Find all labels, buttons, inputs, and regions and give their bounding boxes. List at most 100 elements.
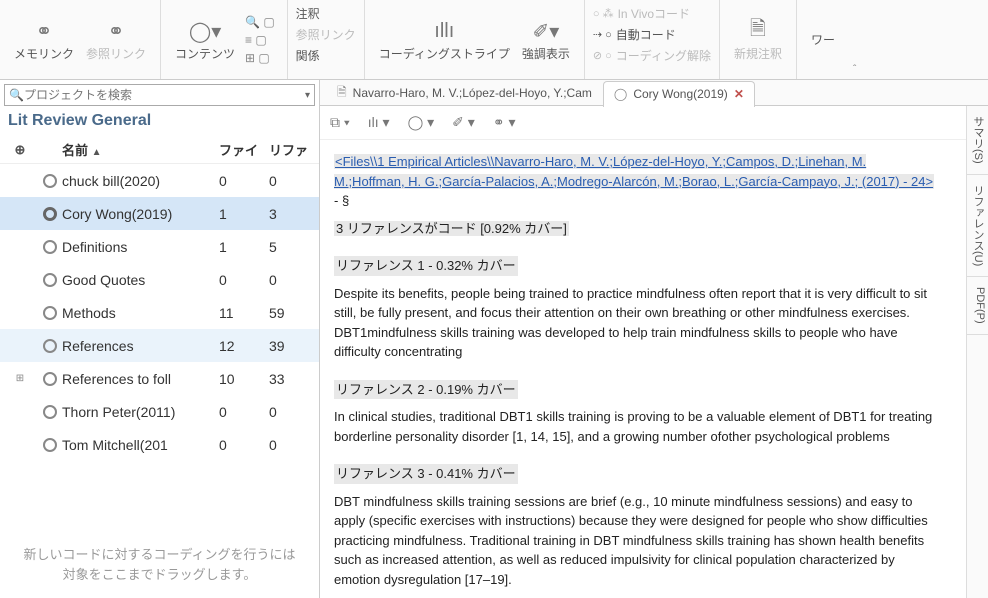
col-name[interactable]: 名前 ▲ [60,140,219,159]
ribbon-group-new: 🗎 新規注釈 [720,0,797,79]
ref2-body: In clinical studies, traditional DBT1 sk… [334,407,940,446]
tb-bars[interactable]: ılı ▾ [368,114,390,131]
ribbon-group-contents: ◯▾ コンテンツ 🔍 ▢ ≡ ▢ ⊞ ▢ [161,0,288,79]
expand-column[interactable]: ⊕ [0,142,40,158]
row-file: 0 [219,173,269,189]
zoom-in[interactable]: 🔍 ▢ [245,15,275,29]
memo-link-button[interactable]: ⚭ メモリンク [8,13,80,66]
row-name: Methods [60,305,219,321]
ribbon: ⚭ メモリンク ⚭ 参照リンク ◯▾ コンテンツ 🔍 ▢ ≡ ▢ ⊞ ▢ 注釈 … [0,0,988,80]
coverage-summary: 3 リファレンスがコード [0.92% カバー] [334,221,569,236]
contents-label: コンテンツ [175,45,235,62]
row-ref: 5 [269,239,319,255]
zoom-controls: 🔍 ▢ ≡ ▢ ⊞ ▢ [241,11,279,69]
row-name: chuck bill(2020) [60,173,219,189]
row-file: 1 [219,206,269,222]
in-vivo-button[interactable]: ○ ⁂ In Vivoコード [591,4,713,23]
doc-icon: 🗎 [337,83,347,104]
row-name: Good Quotes [60,272,219,288]
ref-link2-button[interactable]: 参照リンク [294,25,358,44]
side-tab-reference[interactable]: リファレンス(U) [967,175,988,277]
search-icon: 🔍 [9,88,24,102]
expand-toggle[interactable]: ⊞ [0,373,40,384]
list-toggle[interactable]: ≡ ▢ [245,33,275,47]
code-circle-icon [40,372,60,386]
tb-outline[interactable]: ⧉ ▾ [330,114,350,131]
uncoding-button[interactable]: ⊘ ○ コーディング解除 [591,46,713,65]
tree-row[interactable]: Methods1159 [0,296,319,329]
row-ref: 3 [269,206,319,222]
col-ref[interactable]: リファ [269,140,319,159]
annotation-button[interactable]: 注釈 [294,4,358,23]
tree-row[interactable]: Good Quotes00 [0,263,319,296]
side-tab-summary[interactable]: サマリ(S) [967,106,988,175]
ref-link-button[interactable]: ⚭ 参照リンク [80,13,152,66]
drop-hint: 新しいコードに対するコーディングを行うには 対象をここまでドラッグします。 [0,531,319,598]
chevron-down-icon[interactable]: ▾ [305,90,310,101]
tree-row[interactable]: Tom Mitchell(20100 [0,428,319,461]
ribbon-group-workspace: ワー [797,0,849,79]
tb-circle[interactable]: ◯ ▾ [408,114,435,131]
highlight-button[interactable]: ✐▾ 強調表示 [516,13,576,66]
file-link[interactable]: <Files\\1 Empirical Articles\\Navarro-Ha… [334,154,934,189]
doc-tab[interactable]: ◯Cory Wong(2019)✕ [603,81,755,107]
document-tabs: 🗎 Navarro-Haro, M. V.;López-del-Hoyo, Y.;… [320,80,988,106]
code-circle-icon [40,273,60,287]
doc-tab[interactable]: 🗎 Navarro-Haro, M. V.;López-del-Hoyo, Y.;… [326,80,603,106]
left-panel: 🔍 ▾ Lit Review General ⊕ 名前 ▲ ファイ リファ ch… [0,80,320,598]
code-circle-icon [40,438,60,452]
tree-row[interactable]: References1239 [0,329,319,362]
ref3-heading: リファレンス 3 - 0.41% カバー [334,464,518,484]
row-name: Tom Mitchell(201 [60,437,219,453]
row-ref: 0 [269,173,319,189]
row-ref: 59 [269,305,319,321]
row-file: 11 [219,305,269,321]
contents-button[interactable]: ◯▾ コンテンツ [169,13,241,66]
highlighter-icon: ✐▾ [532,17,559,45]
coding-stripe-label: コーディングストライプ [379,45,510,62]
tb-link[interactable]: ⚭ ▾ [493,114,516,131]
ribbon-collapse[interactable]: ˆ [849,0,860,79]
row-file: 0 [219,437,269,453]
row-name: References to foll [60,371,219,387]
side-tab-pdf[interactable]: PDF(P) [967,277,988,335]
new-annotation-label: 新規注釈 [734,45,782,62]
row-ref: 0 [269,272,319,288]
ribbon-group-links: ⚭ メモリンク ⚭ 参照リンク [0,0,161,79]
code-circle-icon [40,240,60,254]
tb-highlighter[interactable]: ✐ ▾ [452,114,475,131]
search-input[interactable] [24,88,305,102]
tree-row[interactable]: chuck bill(2020)00 [0,164,319,197]
relation-button[interactable]: 関係 [294,46,358,65]
tab-label: Navarro-Haro, M. V.;López-del-Hoyo, Y.;C… [353,86,592,100]
columns-header: ⊕ 名前 ▲ ファイ リファ [0,136,319,164]
tree-row[interactable]: Definitions15 [0,230,319,263]
col-file[interactable]: ファイ [219,140,269,159]
side-tabs: サマリ(S) リファレンス(U) PDF(P) [966,106,988,598]
ribbon-group-view: ıllı コーディングストライプ ✐▾ 強調表示 [365,0,585,79]
close-icon[interactable]: ✕ [734,87,744,101]
tree-row[interactable]: Cory Wong(2019)13 [0,197,319,230]
tree-row[interactable]: ⊞References to foll1033 [0,362,319,395]
row-file: 12 [219,338,269,354]
row-name: Definitions [60,239,219,255]
new-annotation-button[interactable]: 🗎 新規注釈 [728,13,788,66]
sort-asc-icon: ▲ [92,147,102,158]
workspace-button[interactable]: ワー [805,27,841,52]
ref2-heading: リファレンス 2 - 0.19% カバー [334,380,518,400]
row-ref: 33 [269,371,319,387]
project-search[interactable]: 🔍 ▾ [4,84,315,106]
ribbon-group-annotation: 注釈 参照リンク 関係 [288,0,365,79]
link-icon: ⚭ [108,17,125,45]
ribbon-group-coding: ○ ⁂ In Vivoコード ⇢ ○ 自動コード ⊘ ○ コーディング解除 [585,0,720,79]
grid-toggle[interactable]: ⊞ ▢ [245,51,275,65]
code-circle-icon [40,174,60,188]
doc-icon: 🗎 [750,17,766,45]
code-circle-icon [40,306,60,320]
tree-row[interactable]: Thorn Peter(2011)00 [0,395,319,428]
coding-stripe-button[interactable]: ıllı コーディングストライプ [373,13,516,66]
row-ref: 0 [269,437,319,453]
ref3-body: DBT mindfulness skills training sessions… [334,492,940,590]
auto-code-button[interactable]: ⇢ ○ 自動コード [591,25,713,44]
row-file: 0 [219,404,269,420]
